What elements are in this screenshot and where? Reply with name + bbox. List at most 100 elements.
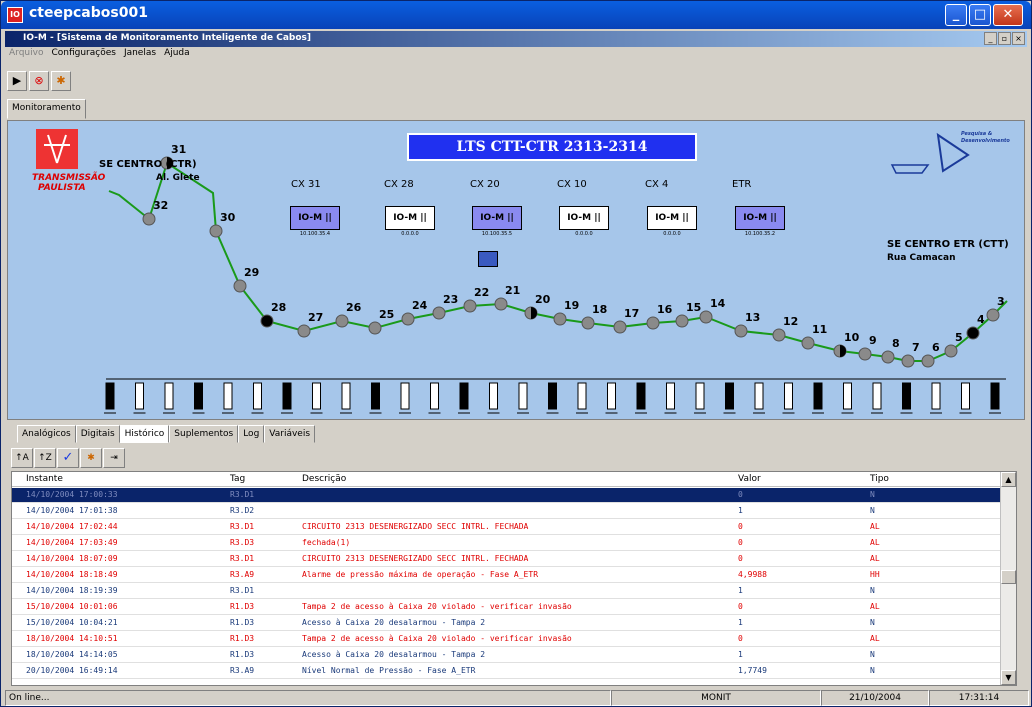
table-row[interactable]: 14/10/2004 18:07:09 R3.D1 CIRCUITO 2313 DE…	[12, 552, 1002, 567]
cell-tag: R1.D3	[230, 650, 255, 659]
route-node-13[interactable]	[734, 324, 748, 338]
table-row[interactable]: 15/10/2004 10:04:21 R1.D3 Acesso à Caixa 2…	[12, 616, 1002, 631]
table-row[interactable]: 14/10/2004 17:02:44 R3.D1 CIRCUITO 2313 DE…	[12, 520, 1002, 535]
iom-cx4[interactable]: IO-M ||	[647, 206, 697, 230]
check-button[interactable]: ✓	[57, 448, 79, 468]
route-node-9[interactable]	[858, 347, 872, 361]
col-tipo[interactable]: Tipo	[870, 474, 889, 484]
scroll-thumb[interactable]	[1001, 570, 1016, 584]
iom-cx31[interactable]: IO-M ||	[290, 206, 340, 230]
route-node-17[interactable]	[613, 320, 627, 334]
route-node-24[interactable]	[401, 312, 415, 326]
route-node-16[interactable]	[646, 316, 660, 330]
iom-cx20[interactable]: IO-M ||	[472, 206, 522, 230]
tab-digitais[interactable]: Digitais	[75, 425, 120, 443]
route-node-3[interactable]	[986, 308, 1000, 322]
route-node-label-9: 9	[869, 334, 877, 347]
route-node-30[interactable]	[209, 224, 223, 238]
table-row[interactable]: 18/10/2004 14:14:05 R1.D3 Acesso à Caixa 2…	[12, 648, 1002, 663]
tab-monitoramento[interactable]: Monitoramento	[7, 99, 86, 119]
iom-cx28[interactable]: IO-M ||	[385, 206, 435, 230]
window-title: cteepcabos001	[29, 5, 148, 21]
route-node-label-16: 16	[657, 303, 673, 316]
tab-analogicos[interactable]: Analógicos	[17, 425, 76, 443]
col-descricao[interactable]: Descrição	[302, 474, 346, 484]
mdi-minimize-button[interactable]: _	[984, 32, 997, 45]
pole-24	[784, 382, 793, 410]
iom-etr[interactable]: IO-M ||	[735, 206, 785, 230]
disconnect-button[interactable]: ✱	[51, 71, 71, 91]
route-node-label-14: 14	[710, 297, 726, 310]
route-node-label-30: 30	[220, 211, 236, 224]
col-tag[interactable]: Tag	[230, 474, 245, 484]
table-row[interactable]: 20/10/2004 16:49:14 R3.A9 Nível Normal de …	[12, 664, 1002, 679]
close-button[interactable]: ✕	[993, 4, 1023, 26]
col-valor[interactable]: Valor	[738, 474, 761, 484]
route-node-6[interactable]	[921, 354, 935, 368]
clear-button[interactable]: ✱	[80, 448, 102, 468]
scroll-down-button[interactable]: ▼	[1001, 670, 1016, 685]
iom-cx10[interactable]: IO-M ||	[559, 206, 609, 230]
route-node-18[interactable]	[581, 316, 595, 330]
pole-21	[695, 382, 705, 410]
scroll-up-button[interactable]: ▲	[1001, 472, 1016, 487]
route-node-32[interactable]	[142, 212, 156, 226]
maximize-button[interactable]: □	[969, 4, 991, 26]
route-node-26[interactable]	[335, 314, 349, 328]
table-row[interactable]: 15/10/2004 10:01:06 R1.D3 Tampa 2 de acess…	[12, 600, 1002, 615]
table-row[interactable]: 14/10/2004 18:18:49 R3.A9 Alarme de pressã…	[12, 568, 1002, 583]
menu-arquivo[interactable]: Arquivo	[9, 48, 43, 62]
table-row[interactable]: 14/10/2004 17:03:49 R3.D3 fechada(1) 0 AL	[12, 536, 1002, 551]
pole-row	[104, 382, 1001, 414]
route-node-label-26: 26	[346, 301, 362, 314]
table-row[interactable]: 18/10/2004 14:10:51 R1.D3 Tampa 2 de acess…	[12, 632, 1002, 647]
menu-ajuda[interactable]: Ajuda	[164, 48, 190, 62]
table-row[interactable]: 14/10/2004 17:01:38 R3.D2 1 N	[12, 504, 1002, 519]
route-node-11[interactable]	[801, 336, 815, 350]
menu-janelas[interactable]: Janelas	[124, 48, 156, 62]
tab-log[interactable]: Log	[238, 425, 265, 443]
table-row[interactable]: 14/10/2004 18:19:39 R3.D1 1 N	[12, 584, 1002, 599]
tab-suplementos[interactable]: Suplementos	[169, 425, 239, 443]
cx31-label: CX 31	[291, 179, 321, 190]
route-node-23[interactable]	[432, 306, 446, 320]
tab-historico[interactable]: Histórico	[119, 425, 170, 443]
vertical-scrollbar[interactable]: ▲ ▼	[1000, 472, 1016, 685]
route-node-19[interactable]	[553, 312, 567, 326]
minimize-button[interactable]: _	[945, 4, 967, 26]
menu-bar: Arquivo Configurações Janelas Ajuda	[5, 48, 190, 62]
cell-descricao: Nível Normal de Pressão - Fase A_ETR	[302, 666, 476, 675]
route-node-25[interactable]	[368, 321, 382, 335]
sort-desc-button[interactable]: ↑Z	[34, 448, 56, 468]
route-node-12[interactable]	[772, 328, 786, 342]
route-node-5[interactable]	[944, 344, 958, 358]
computer-icon[interactable]	[478, 251, 498, 267]
sort-asc-button[interactable]: ↑A	[11, 448, 33, 468]
table-row[interactable]: 14/10/2004 17:00:33 R3.D1 0 N	[12, 488, 1002, 503]
col-instante[interactable]: Instante	[26, 474, 63, 484]
route-node-7[interactable]	[901, 354, 915, 368]
route-node-28[interactable]	[260, 314, 274, 328]
route-node-27[interactable]	[297, 324, 311, 338]
route-node-14[interactable]	[699, 310, 713, 324]
route-node-4[interactable]	[966, 326, 980, 340]
route-node-15[interactable]	[675, 314, 689, 328]
mdi-close-button[interactable]: ×	[1012, 32, 1025, 45]
iom-cx4-ip: 0.0.0.0	[663, 231, 681, 237]
route-node-8[interactable]	[881, 350, 895, 364]
route-node-29[interactable]	[233, 279, 247, 293]
tab-variaveis[interactable]: Variáveis	[264, 425, 316, 443]
route-node-label-29: 29	[244, 266, 259, 279]
route-node-21[interactable]	[494, 297, 508, 311]
menu-configuracoes[interactable]: Configurações	[51, 48, 115, 62]
mdi-restore-button[interactable]: ▫	[998, 32, 1011, 45]
title-bar[interactable]: IO cteepcabos001 _ □ ✕	[1, 1, 1031, 29]
route-node-label-25: 25	[379, 308, 394, 321]
export-button[interactable]: ⇥	[103, 448, 125, 468]
cell-tipo: N	[870, 506, 875, 515]
route-node-label-17: 17	[624, 307, 639, 320]
cx28-label: CX 28	[384, 179, 414, 190]
route-node-22[interactable]	[463, 299, 477, 313]
stop-button[interactable]: ⊗	[29, 71, 49, 91]
play-button[interactable]: ▶	[7, 71, 27, 91]
